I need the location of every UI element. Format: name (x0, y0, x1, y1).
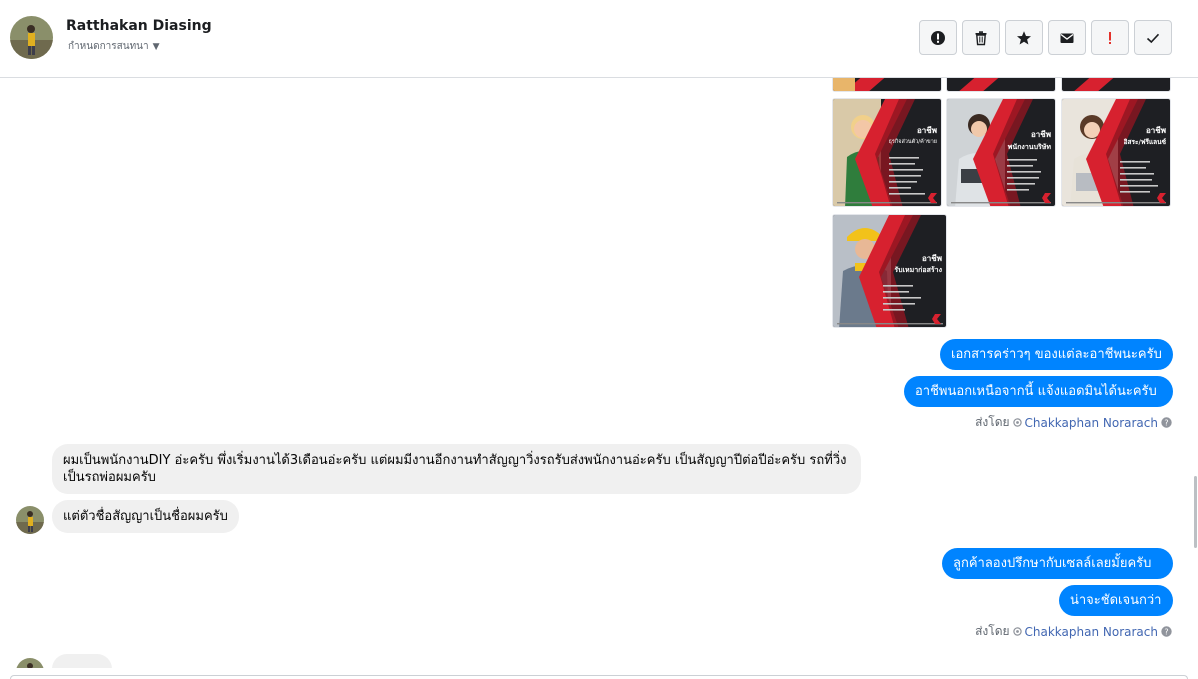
incoming-message[interactable]: แต่ตัวชื่อสัญญาเป็นชื่อผมครับ (52, 500, 239, 533)
outgoing-message[interactable]: เอกสารคร่าวๆ ของแต่ละอาชีพนะครับ (940, 339, 1173, 370)
message-image[interactable] (832, 78, 942, 92)
svg-text:?: ? (1164, 627, 1168, 636)
card-title: อาชีพ (922, 253, 942, 263)
career-image-card[interactable]: อาชีพ ธุรกิจส่วนตัว/ค้าขาย (832, 98, 942, 207)
conversation-header: Ratthakan Diasing กำหนดการสนทนา ▼ (0, 0, 1198, 78)
trash-icon (975, 30, 987, 45)
career-image-card[interactable]: อาชีพ อิสระ/ฟรีแลนซ์ (1061, 98, 1171, 207)
card-title: อาชีพ (917, 125, 937, 135)
star-button[interactable] (1005, 20, 1043, 55)
agent-status-icon (1012, 418, 1022, 427)
contact-avatar-small[interactable] (16, 506, 44, 534)
card-subtitle: รับเหมาก่อสร้าง (894, 265, 942, 274)
contact-avatar-small[interactable] (16, 658, 44, 668)
info-button[interactable] (919, 20, 957, 55)
agent-status-icon (1012, 627, 1022, 636)
exclamation-icon (1109, 31, 1111, 44)
help-icon[interactable]: ? (1161, 626, 1172, 637)
caret-down-icon: ▼ (152, 41, 160, 52)
outgoing-message[interactable]: ลูกค้าลองปรึกษากับเซลล์เลยมั้ยครับ (942, 548, 1173, 579)
contact-name[interactable]: Ratthakan Diasing (66, 18, 212, 34)
message-image[interactable] (946, 78, 1056, 92)
conversation-toolbar (919, 20, 1172, 55)
outgoing-message[interactable]: น่าจะชัดเจนกว่า (1059, 585, 1173, 616)
sent-by-info: ส่งโดย Chakkaphan Norarach ? (975, 622, 1172, 641)
agent-name-link[interactable]: Chakkaphan Norarach (1025, 625, 1158, 639)
contact-avatar[interactable] (10, 16, 53, 59)
mark-unread-button[interactable] (1048, 20, 1086, 55)
assign-conversation-label: กำหนดการสนทนา (68, 41, 149, 52)
incoming-message[interactable]: ผมเป็นพนักงานDIY อ่ะครับ พึ่งเริ่มงานได้… (52, 444, 861, 494)
check-icon (1146, 33, 1160, 43)
spam-button[interactable] (1091, 20, 1129, 55)
card-title: อาชีพ (1146, 125, 1166, 135)
help-icon[interactable]: ? (1161, 417, 1172, 428)
delete-button[interactable] (962, 20, 1000, 55)
conversation-page: Ratthakan Diasing กำหนดการสนทนา ▼ อาชีพ … (0, 0, 1198, 679)
done-button[interactable] (1134, 20, 1172, 55)
card-title: อาชีพ (1031, 129, 1051, 139)
sent-by-info: ส่งโดย Chakkaphan Norarach ? (975, 413, 1172, 432)
outgoing-message[interactable]: อาชีพนอกเหนือจากนี้ แจ้งแอดมินได้นะครับ (904, 376, 1173, 407)
agent-name-link[interactable]: Chakkaphan Norarach (1025, 416, 1158, 430)
sent-by-label: ส่งโดย (975, 415, 1010, 429)
thread-scrollbar[interactable] (1194, 476, 1197, 548)
sent-by-label: ส่งโดย (975, 624, 1010, 638)
message-image[interactable] (1061, 78, 1171, 92)
svg-text:?: ? (1164, 418, 1168, 427)
alert-circle-icon (931, 30, 945, 45)
card-subtitle: ธุรกิจส่วนตัว/ค้าขาย (889, 138, 937, 145)
envelope-icon (1060, 33, 1074, 43)
career-image-card[interactable]: อาชีพ รับเหมาก่อสร้าง (832, 214, 947, 328)
career-image-card[interactable]: อาชีพ พนักงานบริษัท (946, 98, 1056, 207)
message-thread[interactable]: อาชีพ ธุรกิจส่วนตัว/ค้าขาย อาชีพ พนักงาน… (0, 78, 1198, 668)
card-subtitle: พนักงานบริษัท (1008, 143, 1052, 151)
card-subtitle: อิสระ/ฟรีแลนซ์ (1124, 138, 1167, 146)
assign-conversation-dropdown[interactable]: กำหนดการสนทนา ▼ (68, 39, 160, 54)
message-composer[interactable] (10, 675, 1188, 679)
star-icon (1017, 30, 1031, 44)
incoming-message-partial[interactable] (52, 654, 112, 668)
